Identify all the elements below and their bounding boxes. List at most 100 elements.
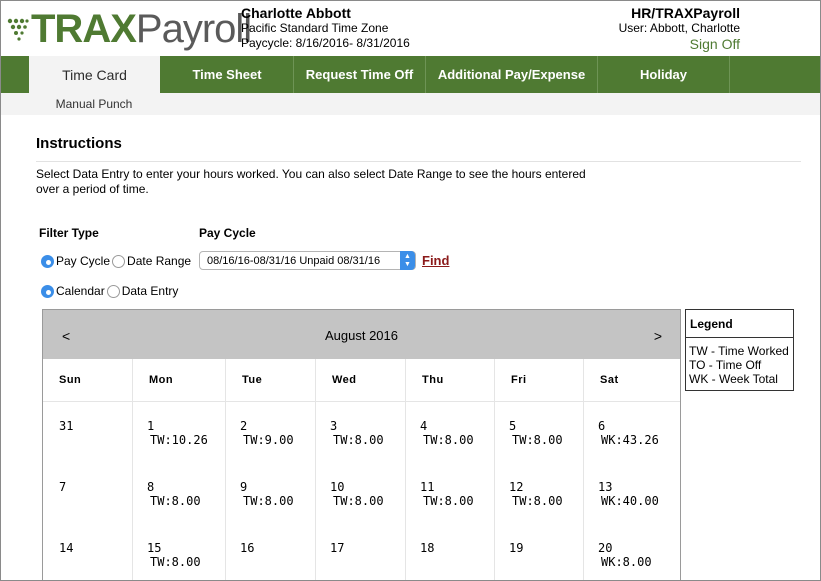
calendar-day-hours: TW:8.00 bbox=[333, 494, 384, 508]
dow-fri: Fri bbox=[495, 359, 584, 401]
calendar-day-cell[interactable]: 3 TW:8.00 bbox=[316, 399, 406, 460]
calendar-day-cell[interactable]: 2 TW:9.00 bbox=[226, 399, 316, 460]
calendar-day-hours: TW:8.00 bbox=[150, 555, 201, 569]
user-name: Charlotte Abbott bbox=[241, 5, 351, 21]
timezone-text: Pacific Standard Time Zone bbox=[241, 21, 389, 35]
traxpayroll-logo: TRAXPayroll bbox=[7, 7, 252, 51]
calendar-day-cell[interactable]: 7 bbox=[43, 460, 133, 521]
calendar-day-number: 5 bbox=[509, 419, 517, 433]
find-link[interactable]: Find bbox=[422, 253, 449, 268]
calendar-day-number: 1 bbox=[147, 419, 155, 433]
pay-cycle-select-value: 08/16/16-08/31/16 Unpaid 08/31/16 bbox=[207, 254, 381, 267]
legend-title: Legend bbox=[686, 310, 793, 338]
instructions-heading: Instructions bbox=[36, 135, 122, 152]
calendar-day-cell[interactable]: 13 WK:40.00 bbox=[584, 460, 680, 521]
calendar-day-number: 9 bbox=[240, 480, 248, 494]
radio-calendar[interactable] bbox=[41, 284, 54, 298]
logo-payroll-text: Payroll bbox=[135, 7, 252, 51]
next-month-button[interactable]: > bbox=[654, 328, 662, 344]
calendar-day-number: 18 bbox=[420, 541, 435, 555]
calendar-day-cell[interactable]: 16 bbox=[226, 521, 316, 580]
calendar-month-title: August 2016 bbox=[324, 328, 398, 343]
calendar-day-number: 19 bbox=[509, 541, 524, 555]
dow-thu: Thu bbox=[406, 359, 495, 401]
calendar-day-number: 15 bbox=[147, 541, 162, 555]
select-updown-icon: ▲ ▼ bbox=[400, 251, 415, 270]
calendar-day-cell[interactable]: 14 bbox=[43, 521, 133, 580]
radio-calendar-label[interactable]: Calendar bbox=[56, 284, 105, 298]
calendar-day-cell[interactable]: 10 TW:8.00 bbox=[316, 460, 406, 521]
calendar-day-number: 7 bbox=[59, 480, 67, 494]
dow-mon: Mon bbox=[133, 359, 226, 401]
legend-item-to: TO - Time Off bbox=[689, 358, 762, 372]
sign-off-link[interactable]: Sign Off bbox=[690, 37, 740, 52]
company-name: HR/TRAXPayroll bbox=[631, 5, 740, 21]
calendar-day-cell[interactable]: 1 TW:10.26 bbox=[133, 399, 226, 460]
calendar-day-number: 10 bbox=[330, 480, 345, 494]
calendar-day-cell[interactable]: 31 bbox=[43, 399, 133, 460]
calendar-day-number: 14 bbox=[59, 541, 74, 555]
calendar-day-number: 11 bbox=[420, 480, 435, 494]
calendar-day-hours: TW:8.00 bbox=[243, 494, 294, 508]
calendar-day-number: 17 bbox=[330, 541, 345, 555]
view-type-radios: Calendar Data Entry bbox=[41, 284, 180, 298]
radio-date-range[interactable] bbox=[112, 254, 126, 268]
calendar-day-hours: WK:43.26 bbox=[601, 433, 659, 447]
legend-item-wk: WK - Week Total bbox=[689, 372, 778, 386]
calendar-day-number: 6 bbox=[598, 419, 606, 433]
filter-type-radios: Pay Cycle Date Range bbox=[41, 254, 193, 268]
subnav-manual-punch[interactable]: Manual Punch bbox=[29, 93, 159, 115]
logo-dots-icon bbox=[7, 18, 29, 41]
calendar-day-cell[interactable]: 11 TW:8.00 bbox=[406, 460, 495, 521]
main-nav: Time Card Time Sheet Request Time Off Ad… bbox=[1, 56, 820, 93]
calendar-day-cell[interactable]: 20 WK:8.00 bbox=[584, 521, 680, 580]
tab-time-card[interactable]: Time Card bbox=[29, 56, 160, 93]
calendar-day-cell[interactable]: 9 TW:8.00 bbox=[226, 460, 316, 521]
calendar-day-cell[interactable]: 4 TW:8.00 bbox=[406, 399, 495, 460]
pay-cycle-label: Pay Cycle bbox=[199, 226, 256, 240]
calendar-day-number: 20 bbox=[598, 541, 613, 555]
calendar-day-cell[interactable]: 6 WK:43.26 bbox=[584, 399, 680, 460]
app-window: TRAXPayroll Charlotte Abbott Pacific Sta… bbox=[0, 0, 821, 581]
tab-time-sheet[interactable]: Time Sheet bbox=[161, 56, 294, 93]
calendar-day-hours: TW:9.00 bbox=[243, 433, 294, 447]
calendar-day-cell[interactable]: 8 TW:8.00 bbox=[133, 460, 226, 521]
radio-date-range-label[interactable]: Date Range bbox=[127, 254, 191, 268]
calendar-day-cell[interactable]: 5 TW:8.00 bbox=[495, 399, 584, 460]
day-of-week-row: Sun Mon Tue Wed Thu Fri Sat bbox=[43, 359, 680, 402]
calendar-day-number: 12 bbox=[509, 480, 524, 494]
dow-wed: Wed bbox=[316, 359, 406, 401]
dow-sat: Sat bbox=[600, 374, 619, 386]
radio-data-entry[interactable] bbox=[106, 284, 120, 298]
calendar-day-cell[interactable]: 17 bbox=[316, 521, 406, 580]
calendar-day-cell[interactable]: 19 bbox=[495, 521, 584, 580]
calendar-day-number: 8 bbox=[147, 480, 155, 494]
dow-sun: Sun bbox=[43, 359, 133, 401]
tab-additional-pay-expense[interactable]: Additional Pay/Expense bbox=[426, 56, 598, 93]
calendar-day-hours: TW:8.00 bbox=[423, 433, 474, 447]
calendar-day-number: 16 bbox=[240, 541, 255, 555]
instructions-text: Select Data Entry to enter your hours wo… bbox=[36, 167, 586, 196]
logo-trax-text: TRAX bbox=[31, 7, 137, 51]
calendar-day-cell[interactable]: 18 bbox=[406, 521, 495, 580]
calendar-day-hours: TW:8.00 bbox=[333, 433, 384, 447]
legend: Legend TW - Time Worked TO - Time Off WK… bbox=[685, 309, 794, 391]
calendar-day-cell[interactable]: 12 TW:8.00 bbox=[495, 460, 584, 521]
divider bbox=[36, 161, 801, 162]
radio-pay-cycle[interactable] bbox=[41, 254, 54, 268]
user-line: User: Abbott, Charlotte bbox=[618, 21, 740, 35]
calendar: August 2016 < > Sun Mon Tue Wed Thu Fri … bbox=[42, 309, 681, 580]
calendar-day-number: 3 bbox=[330, 419, 338, 433]
filter-type-label: Filter Type bbox=[39, 226, 99, 240]
radio-data-entry-label[interactable]: Data Entry bbox=[122, 284, 179, 298]
calendar-day-number: 31 bbox=[59, 419, 74, 433]
calendar-header: August 2016 < > bbox=[43, 310, 680, 359]
tab-holiday[interactable]: Holiday bbox=[598, 56, 730, 93]
pay-cycle-select[interactable]: 08/16/16-08/31/16 Unpaid 08/31/16 ▲ ▼ bbox=[199, 251, 416, 270]
radio-pay-cycle-label[interactable]: Pay Cycle bbox=[56, 254, 110, 268]
prev-month-button[interactable]: < bbox=[62, 328, 70, 344]
tab-request-time-off[interactable]: Request Time Off bbox=[294, 56, 426, 93]
calendar-day-cell[interactable]: 15 TW:8.00 bbox=[133, 521, 226, 580]
sub-nav: Manual Punch bbox=[1, 93, 820, 115]
user-info: Charlotte Abbott Pacific Standard Time Z… bbox=[241, 5, 410, 51]
